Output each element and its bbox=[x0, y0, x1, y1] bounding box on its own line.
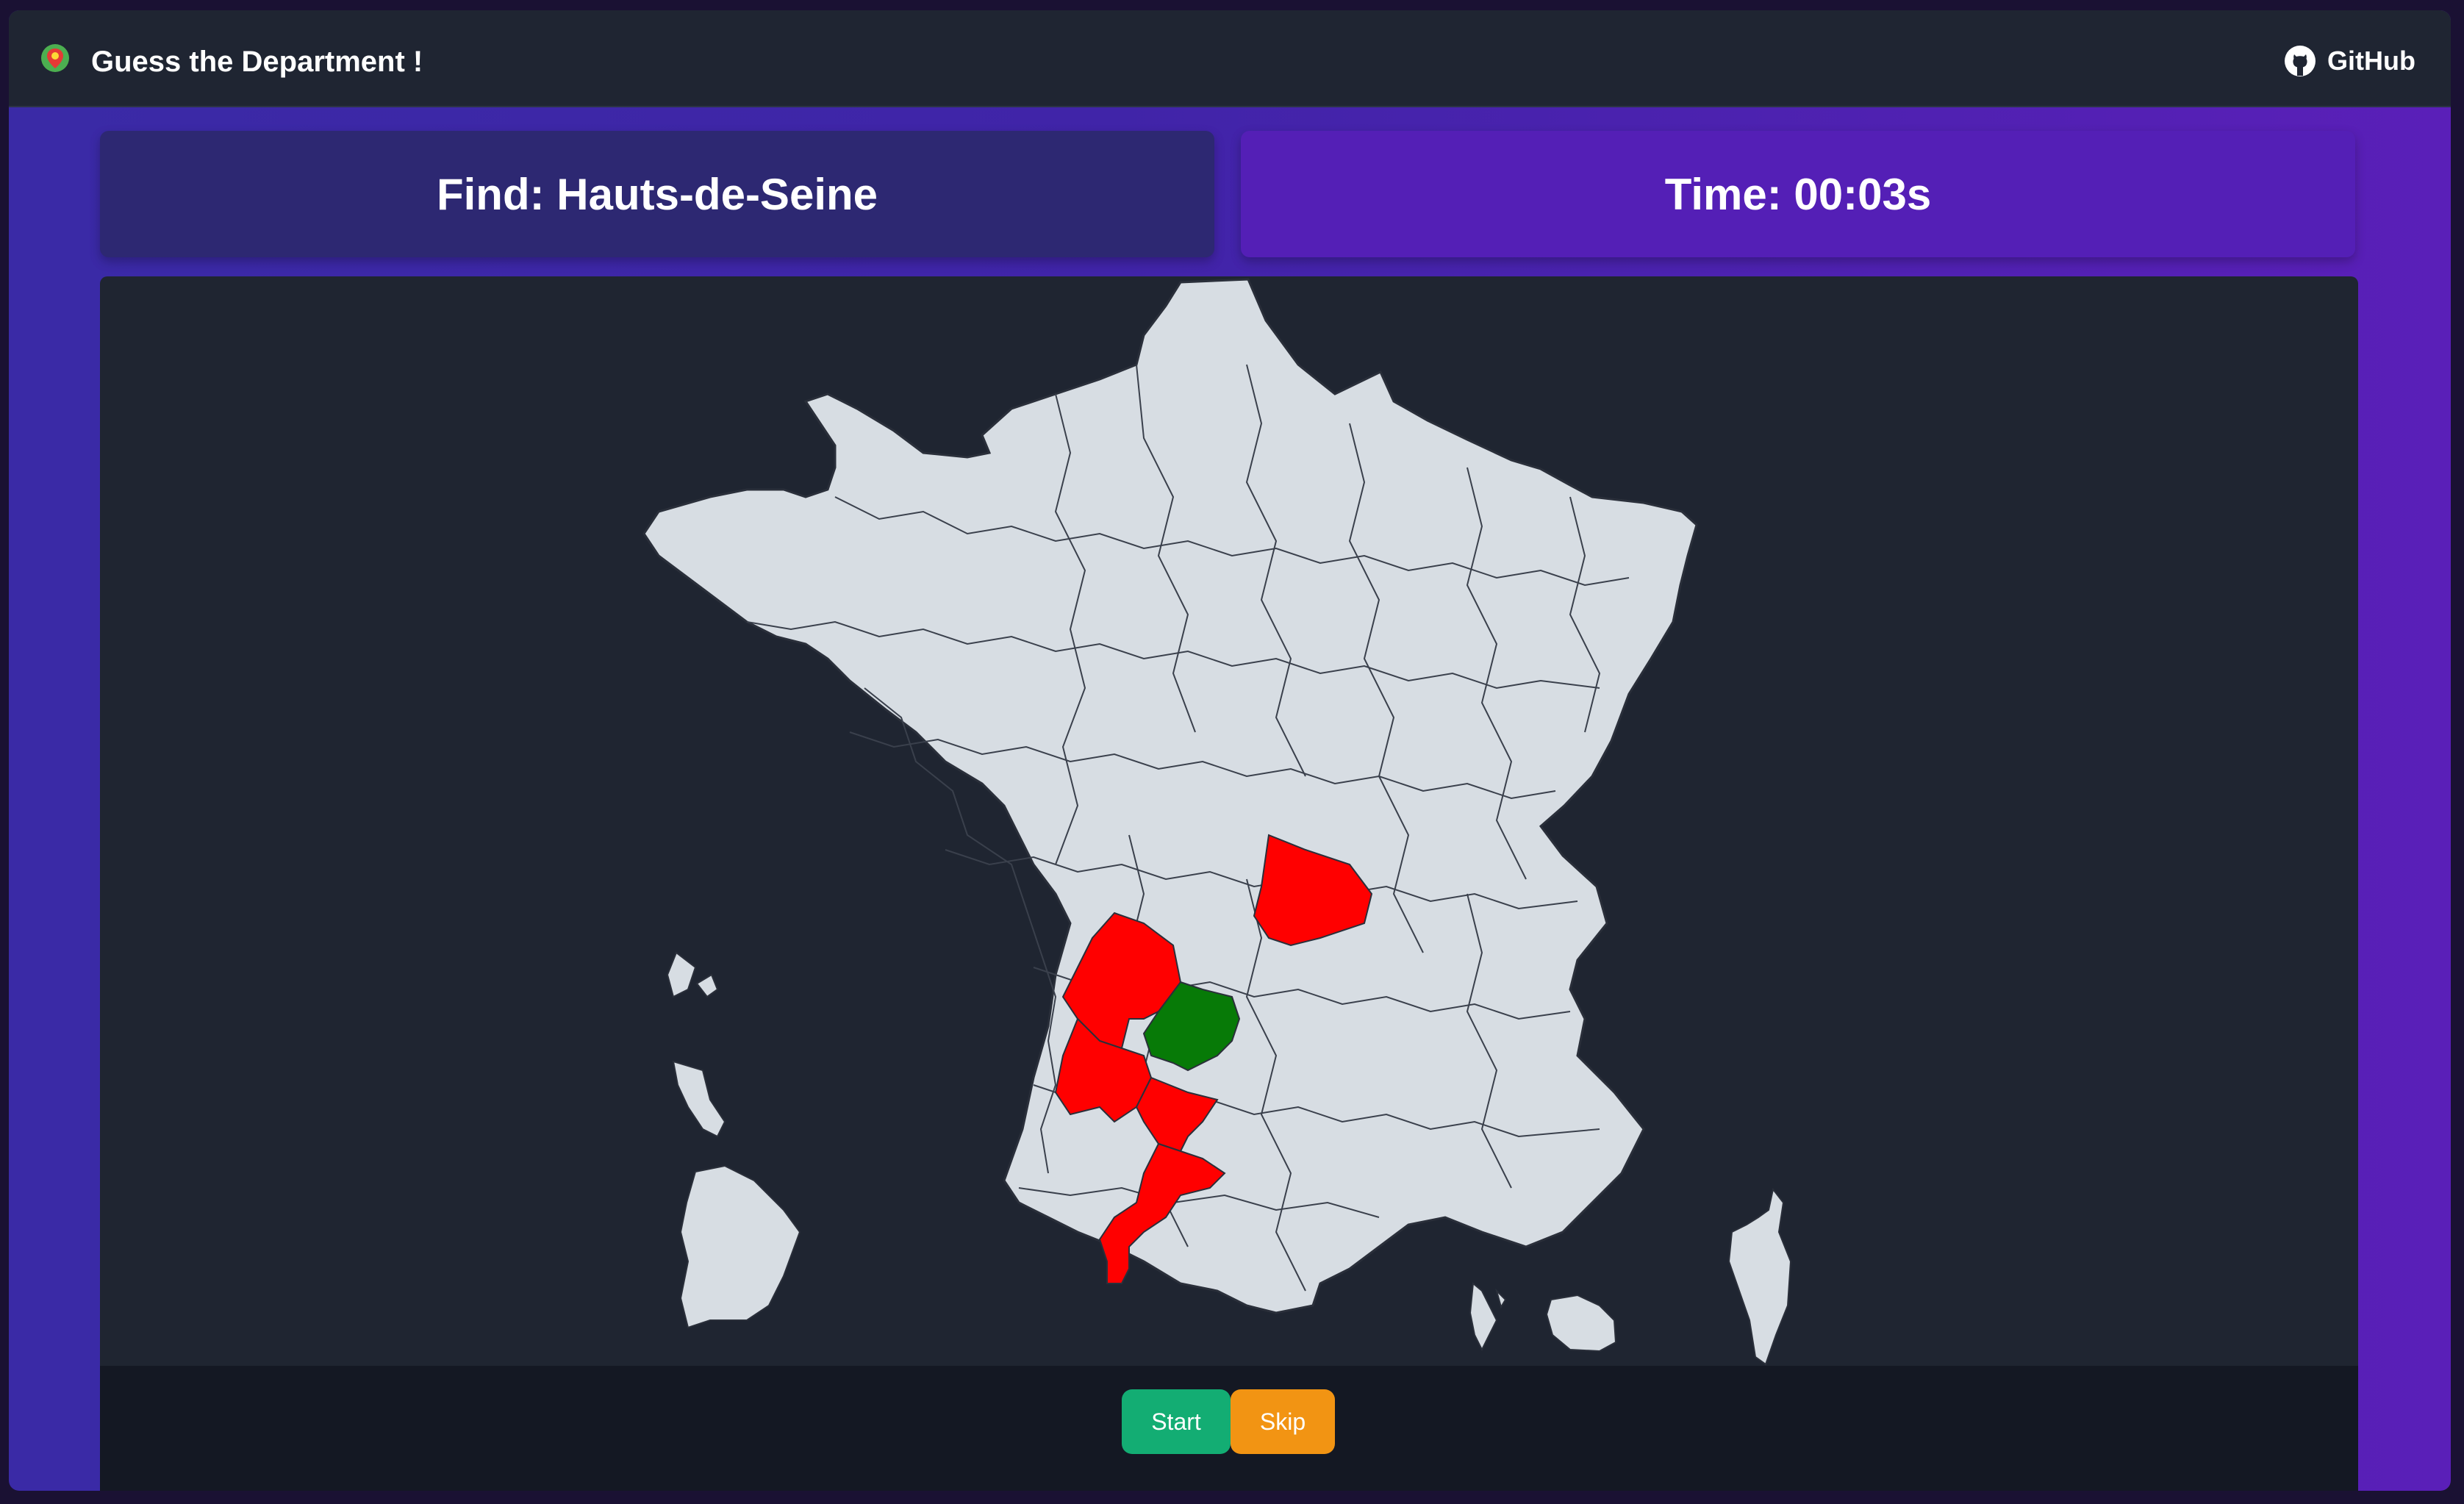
start-button[interactable]: Start bbox=[1122, 1389, 1231, 1454]
map-pin-icon bbox=[41, 44, 69, 72]
app-window: Guess the Department ! GitHub Find: Haut… bbox=[9, 10, 2451, 1491]
guyane[interactable] bbox=[679, 1164, 801, 1329]
timer-display: Time: 00:03s bbox=[1664, 169, 1932, 219]
navbar: Guess the Department ! GitHub bbox=[9, 10, 2451, 107]
github-link[interactable]: GitHub bbox=[2283, 44, 2415, 78]
martinique[interactable] bbox=[672, 1060, 726, 1138]
mayotte[interactable] bbox=[1469, 1282, 1507, 1352]
controls-bar: Start Skip bbox=[100, 1366, 2358, 1491]
github-label: GitHub bbox=[2327, 46, 2415, 76]
find-panel: Find: Hauts-de-Seine bbox=[100, 131, 1214, 257]
guadeloupe[interactable] bbox=[666, 951, 719, 998]
corsica[interactable] bbox=[1727, 1187, 1792, 1366]
france-map[interactable] bbox=[100, 276, 2358, 1376]
app-title: Guess the Department ! bbox=[91, 46, 423, 78]
timer-panel: Time: 00:03s bbox=[1241, 131, 2355, 257]
github-icon bbox=[2285, 46, 2316, 76]
reunion[interactable] bbox=[1545, 1294, 1617, 1353]
map-container[interactable] bbox=[100, 276, 2358, 1376]
find-prompt: Find: Hauts-de-Seine bbox=[436, 169, 878, 219]
skip-button[interactable]: Skip bbox=[1231, 1389, 1335, 1454]
